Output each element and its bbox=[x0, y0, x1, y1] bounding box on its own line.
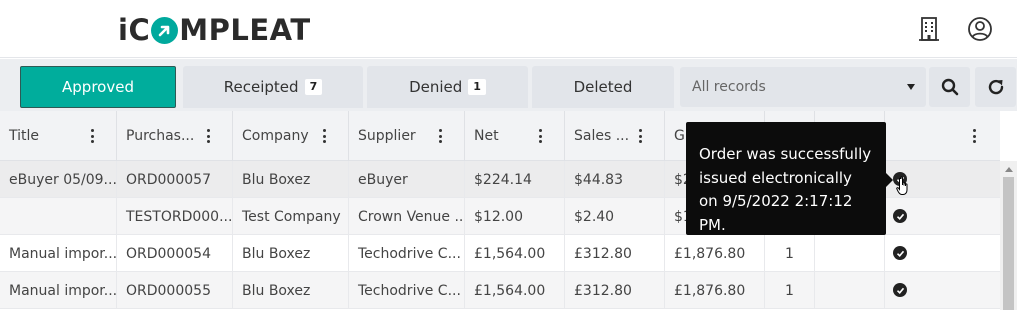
cell-blank bbox=[815, 235, 885, 272]
user-circle-icon[interactable] bbox=[966, 15, 994, 43]
records-filter-select[interactable]: All records bbox=[680, 67, 926, 107]
column-label: Title bbox=[9, 128, 40, 144]
cell-sales: $44.83 bbox=[565, 161, 665, 198]
cell-sales: $2.40 bbox=[565, 198, 665, 235]
cell-purchase: ORD000055 bbox=[117, 272, 233, 309]
search-button[interactable] bbox=[929, 67, 970, 107]
check-circle-icon[interactable] bbox=[893, 283, 907, 297]
refresh-button[interactable] bbox=[975, 67, 1016, 107]
cell-purchase: ORD000054 bbox=[117, 235, 233, 272]
cell-net: £1,564.00 bbox=[465, 272, 565, 309]
column-label: Sales ... bbox=[574, 128, 630, 144]
column-header-purchase[interactable]: Purchas... bbox=[117, 111, 233, 161]
column-label: Purchas... bbox=[126, 128, 195, 144]
tab-label: Receipted bbox=[223, 78, 299, 96]
table-row[interactable]: Manual impor... ORD000055 Blu Boxez Tech… bbox=[0, 272, 1000, 309]
cell-net: £1,564.00 bbox=[465, 235, 565, 272]
cell-qty: 1 bbox=[765, 235, 815, 272]
select-value: All records bbox=[692, 79, 766, 95]
column-header-company[interactable]: Company bbox=[233, 111, 349, 161]
cell-company: Test Company bbox=[233, 198, 349, 235]
icompleat-logo[interactable]: iC MPLEAT bbox=[118, 13, 311, 47]
tab-label: Denied bbox=[409, 78, 463, 96]
count-badge: 7 bbox=[304, 79, 323, 95]
column-header-status[interactable] bbox=[885, 111, 1000, 161]
cell-qty: 1 bbox=[765, 272, 815, 309]
column-menu-icon[interactable] bbox=[539, 129, 542, 143]
cell-supplier: eBuyer bbox=[349, 161, 465, 198]
column-menu-icon[interactable] bbox=[91, 129, 94, 143]
status-tooltip: Order was successfully issued electronic… bbox=[686, 122, 893, 235]
top-bar: iC MPLEAT bbox=[0, 0, 1017, 58]
column-header-title[interactable]: Title bbox=[0, 111, 117, 161]
tooltip-arrow bbox=[886, 173, 893, 187]
cell-supplier: Techodrive C... bbox=[349, 272, 465, 309]
tab-label: Approved bbox=[62, 78, 134, 96]
column-header-net[interactable]: Net bbox=[465, 111, 565, 161]
cell-purchase: ORD000057 bbox=[117, 161, 233, 198]
cell-title: Manual impor... bbox=[0, 235, 117, 272]
cell-sales: £312.80 bbox=[565, 272, 665, 309]
column-label: Net bbox=[474, 128, 499, 144]
table-row[interactable]: Manual impor... ORD000054 Blu Boxez Tech… bbox=[0, 235, 1000, 272]
cell-blank bbox=[815, 272, 885, 309]
column-header-supplier[interactable]: Supplier bbox=[349, 111, 465, 161]
building-icon[interactable] bbox=[915, 15, 943, 43]
tooltip-text: Order was successfully issued electronic… bbox=[699, 145, 872, 234]
count-badge: 1 bbox=[468, 79, 486, 95]
caret-down-icon bbox=[907, 84, 915, 90]
search-icon bbox=[941, 78, 958, 96]
cell-company: Blu Boxez bbox=[233, 235, 349, 272]
column-header-sales[interactable]: Sales ... bbox=[565, 111, 665, 161]
cell-purchase: TESTORD000... bbox=[117, 198, 233, 235]
cell-company: Blu Boxez bbox=[233, 272, 349, 309]
column-label: Company bbox=[242, 128, 309, 144]
cell-title: eBuyer 05/09... bbox=[0, 161, 117, 198]
tab-deleted[interactable]: Deleted bbox=[532, 66, 674, 108]
cell-company: Blu Boxez bbox=[233, 161, 349, 198]
cell-title: Manual impor... bbox=[0, 272, 117, 309]
cell-net: $12.00 bbox=[465, 198, 565, 235]
cell-gross: £1,876.80 bbox=[665, 235, 765, 272]
column-menu-icon[interactable] bbox=[323, 129, 326, 143]
logo-arrow-icon bbox=[151, 16, 179, 44]
column-menu-icon[interactable] bbox=[207, 129, 210, 143]
column-menu-icon[interactable] bbox=[439, 129, 442, 143]
scroll-up-arrow-icon[interactable] bbox=[1005, 167, 1013, 172]
check-circle-icon[interactable] bbox=[893, 209, 907, 223]
cell-supplier: Crown Venue ... bbox=[349, 198, 465, 235]
column-label: Supplier bbox=[358, 128, 416, 144]
vertical-scrollbar[interactable] bbox=[1000, 161, 1017, 310]
logo-text-right: MPLEAT bbox=[179, 13, 311, 47]
refresh-icon bbox=[988, 79, 1003, 95]
hand-pointer-cursor-icon bbox=[896, 176, 908, 195]
cell-net: $224.14 bbox=[465, 161, 565, 198]
logo-text-left: iC bbox=[118, 13, 151, 47]
scrollbar-thumb[interactable] bbox=[1003, 177, 1014, 310]
cell-sales: £312.80 bbox=[565, 235, 665, 272]
cell-title bbox=[0, 198, 117, 235]
tab-denied[interactable]: Denied 1 bbox=[367, 66, 528, 108]
cell-supplier: Techodrive C... bbox=[349, 235, 465, 272]
check-circle-icon[interactable] bbox=[893, 246, 907, 260]
tab-label: Deleted bbox=[573, 78, 633, 96]
cell-gross: £1,876.80 bbox=[665, 272, 765, 309]
tab-receipted[interactable]: Receipted 7 bbox=[183, 66, 363, 108]
tab-approved[interactable]: Approved bbox=[20, 66, 176, 108]
column-menu-icon[interactable] bbox=[639, 129, 642, 143]
column-menu-icon[interactable] bbox=[973, 129, 976, 143]
